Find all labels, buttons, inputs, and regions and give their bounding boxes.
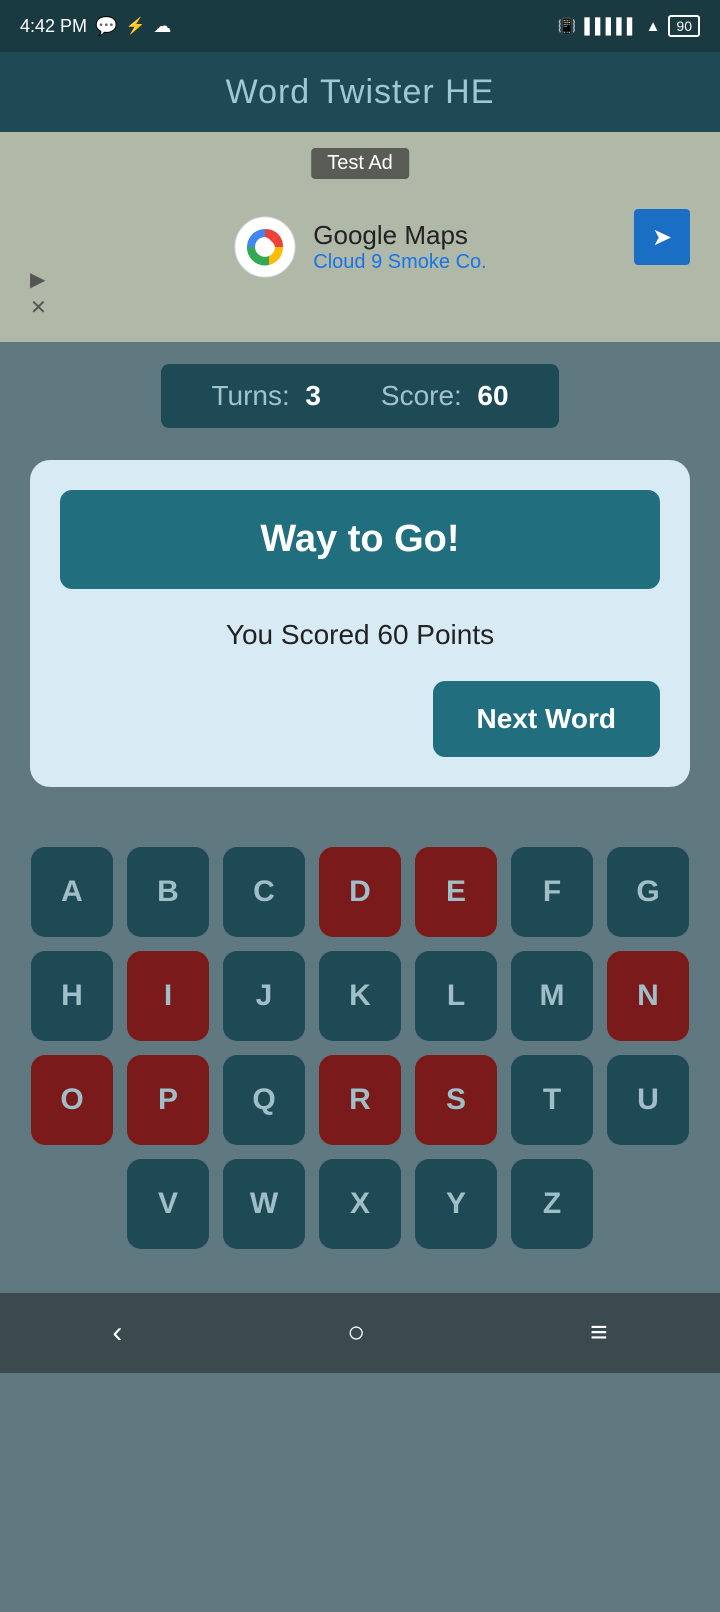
wifi-icon: ▲ (646, 18, 661, 35)
keyboard-row-0: ABCDEFG (20, 847, 700, 937)
ad-navigate-icon[interactable]: ➤ (634, 209, 690, 265)
whatsapp-icon: 💬 (95, 16, 117, 37)
turns-label: Turns: 3 (211, 380, 320, 412)
google-logo-icon (233, 215, 297, 279)
key-g[interactable]: G (607, 847, 689, 937)
keyboard-row-3: VWXYZ (20, 1159, 700, 1249)
usb-icon: ⚡ (125, 16, 145, 36)
modal-score-text: You Scored 60 Points (60, 609, 660, 661)
key-u[interactable]: U (607, 1055, 689, 1145)
status-bar: 4:42 PM 💬 ⚡ ☁ 📳 ▌▌▌▌▌ ▲ 90 (0, 0, 720, 52)
key-b[interactable]: B (127, 847, 209, 937)
key-t[interactable]: T (511, 1055, 593, 1145)
key-v[interactable]: V (127, 1159, 209, 1249)
app-header: Word Twister HE (0, 52, 720, 132)
key-c[interactable]: C (223, 847, 305, 937)
status-time: 4:42 PM 💬 ⚡ ☁ (20, 16, 171, 37)
score-box: Turns: 3 Score: 60 (161, 364, 558, 428)
key-e[interactable]: E (415, 847, 497, 937)
keyboard-row-2: OPQRSTU (20, 1055, 700, 1145)
key-y[interactable]: Y (415, 1159, 497, 1249)
key-j[interactable]: J (223, 951, 305, 1041)
vibrate-icon: 📳 (558, 17, 577, 35)
ad-subtitle: Cloud 9 Smoke Co. (313, 251, 486, 274)
key-z[interactable]: Z (511, 1159, 593, 1249)
key-f[interactable]: F (511, 847, 593, 937)
nav-bar: ‹ ○ ≡ (0, 1293, 720, 1373)
key-h[interactable]: H (31, 951, 113, 1041)
ad-play-icon[interactable]: ▶ (30, 267, 45, 292)
key-m[interactable]: M (511, 951, 593, 1041)
score-value: 60 (477, 380, 508, 411)
ad-content: Google Maps Cloud 9 Smoke Co. (233, 215, 486, 279)
turns-value: 3 (305, 380, 321, 411)
ad-close-icon[interactable]: ✕ (30, 295, 47, 320)
modal-heading-text: Way to Go! (260, 518, 459, 560)
ad-text: Google Maps Cloud 9 Smoke Co. (313, 220, 486, 274)
key-w[interactable]: W (223, 1159, 305, 1249)
key-l[interactable]: L (415, 951, 497, 1041)
nav-home-icon[interactable]: ○ (347, 1316, 365, 1350)
key-k[interactable]: K (319, 951, 401, 1041)
modal-heading-banner: Way to Go! (60, 490, 660, 589)
signal-icon: ▌▌▌▌▌ (584, 18, 637, 35)
next-word-button[interactable]: Next Word (433, 681, 661, 757)
key-x[interactable]: X (319, 1159, 401, 1249)
key-n[interactable]: N (607, 951, 689, 1041)
key-d[interactable]: D (319, 847, 401, 937)
success-modal: Way to Go! You Scored 60 Points Next Wor… (30, 460, 690, 787)
ad-label: Test Ad (311, 148, 409, 179)
app-title: Word Twister HE (226, 73, 495, 112)
key-o[interactable]: O (31, 1055, 113, 1145)
key-p[interactable]: P (127, 1055, 209, 1145)
key-a[interactable]: A (31, 847, 113, 937)
keyboard-row-1: HIJKLMN (20, 951, 700, 1041)
key-q[interactable]: Q (223, 1055, 305, 1145)
key-i[interactable]: I (127, 951, 209, 1041)
status-indicators: 📳 ▌▌▌▌▌ ▲ 90 (558, 15, 700, 37)
key-r[interactable]: R (319, 1055, 401, 1145)
score-bar: Turns: 3 Score: 60 (0, 342, 720, 450)
time-text: 4:42 PM (20, 16, 87, 37)
ad-banner: Test Ad Google Maps Cloud 9 Smoke Co. ➤ … (0, 132, 720, 342)
cloud-icon: ☁ (153, 16, 171, 37)
ad-title: Google Maps (313, 220, 486, 251)
modal-overlay: Way to Go! You Scored 60 Points Next Wor… (0, 450, 720, 817)
key-s[interactable]: S (415, 1055, 497, 1145)
battery-indicator: 90 (668, 15, 700, 37)
modal-action-row: Next Word (60, 681, 660, 757)
nav-back-icon[interactable]: ‹ (112, 1316, 122, 1350)
nav-menu-icon[interactable]: ≡ (590, 1316, 608, 1350)
keyboard-area: ABCDEFG HIJKLMN OPQRSTU VWXYZ (0, 817, 720, 1283)
score-label: Score: 60 (381, 380, 509, 412)
